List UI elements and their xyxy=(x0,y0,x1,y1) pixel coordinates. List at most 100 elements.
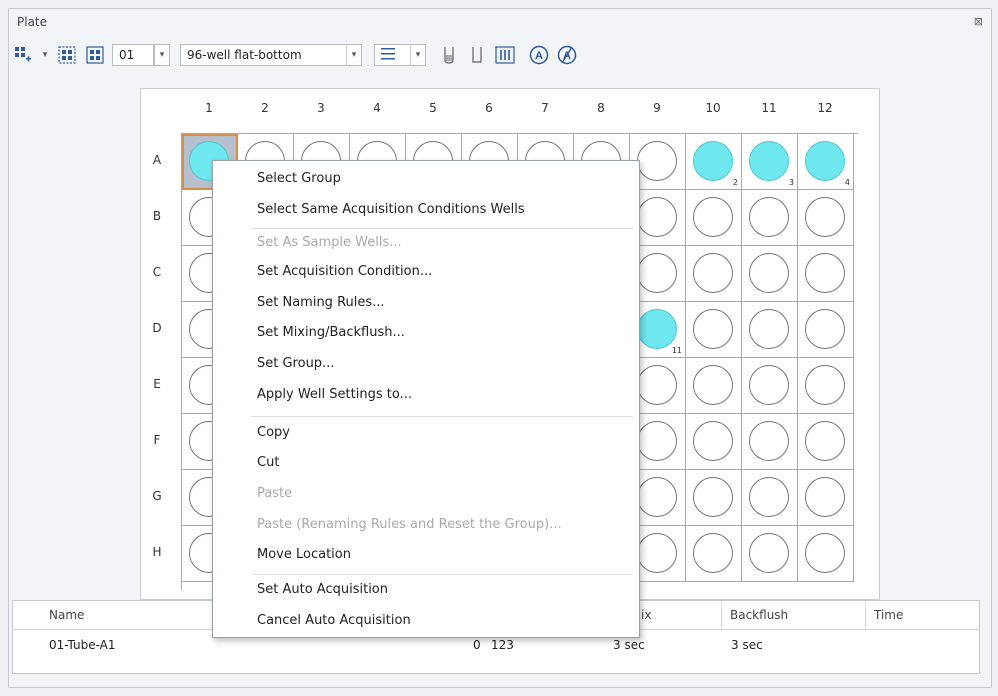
well-empty[interactable] xyxy=(637,253,677,293)
col-header-backflush[interactable]: Backflush xyxy=(721,601,870,629)
well-empty[interactable] xyxy=(749,309,789,349)
menu-item-copy[interactable]: Copy xyxy=(257,425,290,440)
row-header[interactable]: A xyxy=(145,153,169,167)
menu-item-set-mixing-backflush[interactable]: Set Mixing/Backflush... xyxy=(257,325,405,340)
well-cell[interactable] xyxy=(742,190,798,246)
tube-empty-icon[interactable] xyxy=(466,44,488,66)
menu-item-set-naming-rules[interactable]: Set Naming Rules... xyxy=(257,295,385,310)
cancel-auto-acquisition-icon[interactable]: A xyxy=(556,44,578,66)
well-empty[interactable] xyxy=(693,253,733,293)
well-cell[interactable] xyxy=(686,302,742,358)
well-cell[interactable] xyxy=(686,414,742,470)
row-header[interactable]: C xyxy=(145,265,169,279)
list-view-select[interactable]: ▾ xyxy=(374,44,426,66)
well-cell[interactable]: 2 xyxy=(686,134,742,190)
well-cell[interactable] xyxy=(798,246,854,302)
well-cell[interactable] xyxy=(742,470,798,526)
well-cell[interactable] xyxy=(686,246,742,302)
column-header[interactable]: 4 xyxy=(349,101,405,115)
well-cell[interactable] xyxy=(686,470,742,526)
menu-item-select-same-acquisition-conditions-wells[interactable]: Select Same Acquisition Conditions Wells xyxy=(257,202,525,217)
plate-number-select[interactable]: 01 xyxy=(112,44,154,66)
col-header-name[interactable]: Name xyxy=(49,601,84,629)
grid-select-icon[interactable] xyxy=(84,44,106,66)
menu-item-set-acquisition-condition[interactable]: Set Acquisition Condition... xyxy=(257,264,432,279)
well-cell[interactable] xyxy=(798,470,854,526)
well-empty[interactable] xyxy=(637,141,677,181)
row-header[interactable]: E xyxy=(145,377,169,391)
well-empty[interactable] xyxy=(637,533,677,573)
column-header[interactable]: 11 xyxy=(741,101,797,115)
well-empty[interactable] xyxy=(749,533,789,573)
well-empty[interactable] xyxy=(749,253,789,293)
well-empty[interactable] xyxy=(749,477,789,517)
column-header[interactable]: 7 xyxy=(517,101,573,115)
menu-item-select-group[interactable]: Select Group xyxy=(257,171,341,186)
well-empty[interactable] xyxy=(805,365,845,405)
well-filled[interactable] xyxy=(805,141,845,181)
menu-item-cancel-auto-acquisition[interactable]: Cancel Auto Acquisition xyxy=(257,613,411,628)
menu-item-set-auto-acquisition[interactable]: Set Auto Acquisition xyxy=(257,582,388,597)
well-cell[interactable] xyxy=(742,246,798,302)
well-empty[interactable] xyxy=(805,309,845,349)
well-cell[interactable] xyxy=(686,358,742,414)
well-empty[interactable] xyxy=(749,365,789,405)
auto-acquisition-icon[interactable]: A xyxy=(528,44,550,66)
well-empty[interactable] xyxy=(749,421,789,461)
well-cell[interactable] xyxy=(742,358,798,414)
well-cell[interactable] xyxy=(742,526,798,582)
well-cell[interactable] xyxy=(798,414,854,470)
well-cell[interactable] xyxy=(798,302,854,358)
well-cell[interactable] xyxy=(798,190,854,246)
well-empty[interactable] xyxy=(693,533,733,573)
well-empty[interactable] xyxy=(805,197,845,237)
well-empty[interactable] xyxy=(637,477,677,517)
menu-item-move-location[interactable]: Move Location xyxy=(257,547,351,562)
tube-rack-icon[interactable] xyxy=(494,44,516,66)
well-filled[interactable] xyxy=(749,141,789,181)
well-cell[interactable] xyxy=(686,526,742,582)
dropdown-icon[interactable]: ▾ xyxy=(40,44,50,66)
column-header[interactable]: 12 xyxy=(797,101,853,115)
well-empty[interactable] xyxy=(693,421,733,461)
grid-add-icon[interactable] xyxy=(12,44,34,66)
row-header[interactable]: D xyxy=(145,321,169,335)
row-header[interactable]: B xyxy=(145,209,169,223)
plate-type-select[interactable]: 96-well flat-bottom ▾ xyxy=(180,44,362,66)
column-header[interactable]: 6 xyxy=(461,101,517,115)
column-header[interactable]: 9 xyxy=(629,101,685,115)
row-header[interactable]: F xyxy=(145,433,169,447)
row-header[interactable]: H xyxy=(145,545,169,559)
close-icon[interactable]: ⊠ xyxy=(974,9,983,35)
row-header[interactable]: G xyxy=(145,489,169,503)
well-empty[interactable] xyxy=(693,309,733,349)
well-empty[interactable] xyxy=(637,421,677,461)
well-cell[interactable] xyxy=(686,190,742,246)
well-empty[interactable] xyxy=(805,421,845,461)
well-cell[interactable]: 4 xyxy=(798,134,854,190)
well-cell[interactable] xyxy=(798,526,854,582)
col-header-time[interactable]: Time xyxy=(865,601,984,629)
menu-item-apply-well-settings-to[interactable]: Apply Well Settings to... xyxy=(257,387,412,402)
col-header-mix[interactable]: ix xyxy=(641,601,651,629)
grid-expand-icon[interactable] xyxy=(56,44,78,66)
well-empty[interactable] xyxy=(805,477,845,517)
column-header[interactable]: 3 xyxy=(293,101,349,115)
column-header[interactable]: 2 xyxy=(237,101,293,115)
well-cell[interactable] xyxy=(742,302,798,358)
well-empty[interactable] xyxy=(749,197,789,237)
well-empty[interactable] xyxy=(693,197,733,237)
column-header[interactable]: 10 xyxy=(685,101,741,115)
well-cell[interactable] xyxy=(742,414,798,470)
column-header[interactable]: 5 xyxy=(405,101,461,115)
plate-number-dropdown[interactable]: ▾ xyxy=(154,44,170,66)
well-empty[interactable] xyxy=(637,365,677,405)
menu-item-set-group[interactable]: Set Group... xyxy=(257,356,334,371)
well-filled[interactable] xyxy=(637,309,677,349)
tube-icon[interactable] xyxy=(438,44,460,66)
menu-item-cut[interactable]: Cut xyxy=(257,455,279,470)
well-cell[interactable] xyxy=(798,358,854,414)
well-empty[interactable] xyxy=(693,477,733,517)
well-filled[interactable] xyxy=(693,141,733,181)
well-empty[interactable] xyxy=(637,197,677,237)
